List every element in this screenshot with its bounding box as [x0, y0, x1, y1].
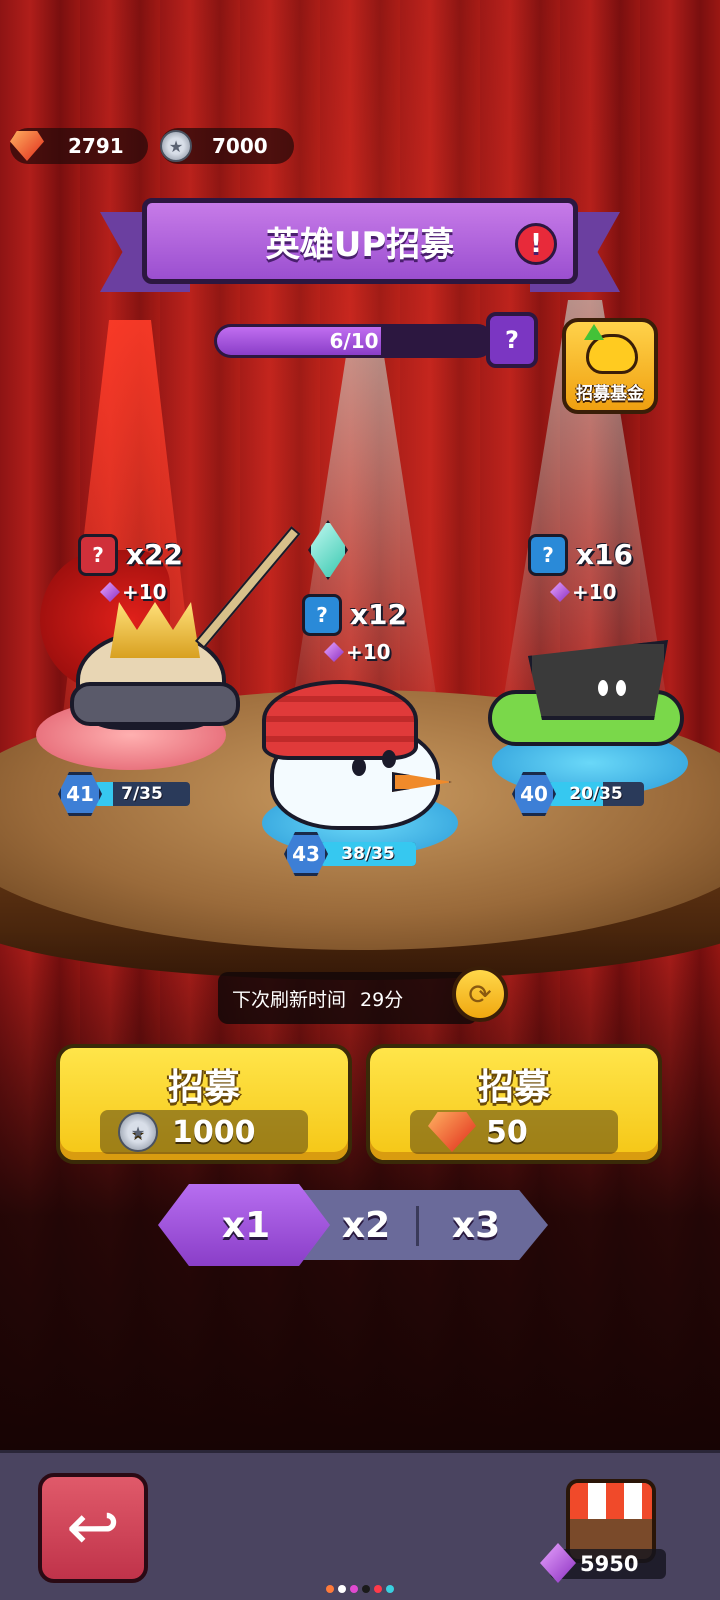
unknown-icon: ? — [78, 534, 118, 576]
fund-smile-icon — [586, 334, 638, 374]
recruit-coin-button[interactable]: 招募 ★ 1000 — [56, 1044, 352, 1164]
recruit-title: 招募 — [167, 1067, 240, 1108]
unknown-icon: ? — [528, 534, 568, 576]
gem-icon — [10, 131, 44, 161]
purple-gem-icon — [100, 582, 120, 602]
eye-right — [616, 680, 626, 696]
level-badge: 41 — [58, 772, 102, 816]
page-indicator — [326, 1585, 394, 1593]
refresh-icon: ⟳ — [468, 977, 492, 1011]
recruit-cost: ★ 1000 — [100, 1110, 308, 1154]
multiplier-divider — [416, 1206, 419, 1246]
hero-bonus: +10 — [324, 640, 391, 664]
unknown-icon: ? — [302, 594, 342, 636]
shop-awning-icon — [570, 1483, 652, 1519]
hero-king[interactable] — [40, 550, 240, 730]
page-dot — [362, 1585, 370, 1593]
page-dot — [374, 1585, 382, 1593]
hero-tank-level: 20/35 40 — [512, 772, 652, 816]
back-arrow-icon: ↩ — [66, 1491, 120, 1565]
knit-hat — [262, 680, 418, 760]
page-dot — [386, 1585, 394, 1593]
eye-left — [598, 680, 608, 696]
eye-right — [382, 750, 396, 768]
refresh-time: 29分 — [360, 988, 404, 1011]
crown-icon — [110, 602, 200, 658]
coin-count: 7000 — [212, 134, 268, 158]
page-dot — [338, 1585, 346, 1593]
hero-tank[interactable] — [488, 640, 688, 750]
hero-snowman-level: 38/35 43 — [284, 832, 434, 876]
gem-icon — [428, 1112, 476, 1152]
coin-icon: ★ — [160, 130, 192, 162]
gem-counter: 2791 — [10, 128, 148, 164]
shard-count: 38/35 — [341, 844, 395, 864]
purple-gem-icon — [324, 642, 344, 662]
page-dot — [326, 1585, 334, 1593]
king-armor — [70, 682, 240, 726]
multiplier-x1[interactable]: x1 — [198, 1190, 294, 1260]
up-arrow-icon — [584, 324, 604, 340]
banner-title: 英雄UP招募 — [265, 224, 455, 265]
shard-count: 20/35 — [569, 784, 623, 804]
recruit-gem-button[interactable]: 招募 50 — [366, 1044, 662, 1164]
back-button[interactable]: ↩ — [38, 1473, 148, 1583]
help-button[interactable]: ? — [486, 312, 538, 368]
page-dot — [350, 1585, 358, 1593]
fund-label: 招募基金 — [576, 384, 644, 404]
bottom-bar: ↩ 5950 — [0, 1450, 720, 1600]
multiplier-x3[interactable]: x3 — [428, 1190, 524, 1260]
multiplier-x2[interactable]: x2 — [318, 1190, 414, 1260]
eye-left — [352, 758, 366, 776]
shard-count: 7/35 — [121, 784, 163, 804]
title-banner: 英雄UP招募 ! — [100, 198, 620, 298]
purple-gem-icon — [550, 582, 570, 602]
hero-count: x12 — [350, 598, 408, 631]
refresh-button[interactable]: ⟳ — [452, 966, 508, 1022]
level-badge: 43 — [284, 832, 328, 876]
hero-snowman[interactable] — [256, 680, 456, 830]
coin-counter: ★ 7000 — [160, 128, 294, 164]
recruit-title: 招募 — [477, 1067, 550, 1108]
gem-count: 2791 — [68, 134, 124, 158]
hero-count: x16 — [576, 538, 634, 571]
refresh-label: 下次刷新时间 — [232, 988, 347, 1011]
hero-count: x22 — [126, 538, 184, 571]
progress-label: 6/10 — [329, 329, 379, 353]
dark-helmet — [528, 640, 668, 720]
banner-title-box: 英雄UP招募 ! — [142, 198, 578, 284]
recruit-progress-bar: 6/10 — [214, 324, 494, 358]
hero-king-level: 7/35 41 — [58, 772, 198, 816]
level-badge: 40 — [512, 772, 556, 816]
refresh-timer: 下次刷新时间 29分 — [218, 972, 478, 1024]
coin-icon: ★ — [118, 1112, 158, 1152]
recruit-cost: 50 — [410, 1110, 618, 1154]
hero-bonus: +10 — [550, 580, 617, 604]
hero-bonus: +10 — [100, 580, 167, 604]
alert-icon[interactable]: ! — [515, 223, 557, 265]
multiplier-selector: x1 x2 x3 — [158, 1184, 558, 1266]
recruit-fund-button[interactable]: 招募基金 — [562, 318, 658, 414]
